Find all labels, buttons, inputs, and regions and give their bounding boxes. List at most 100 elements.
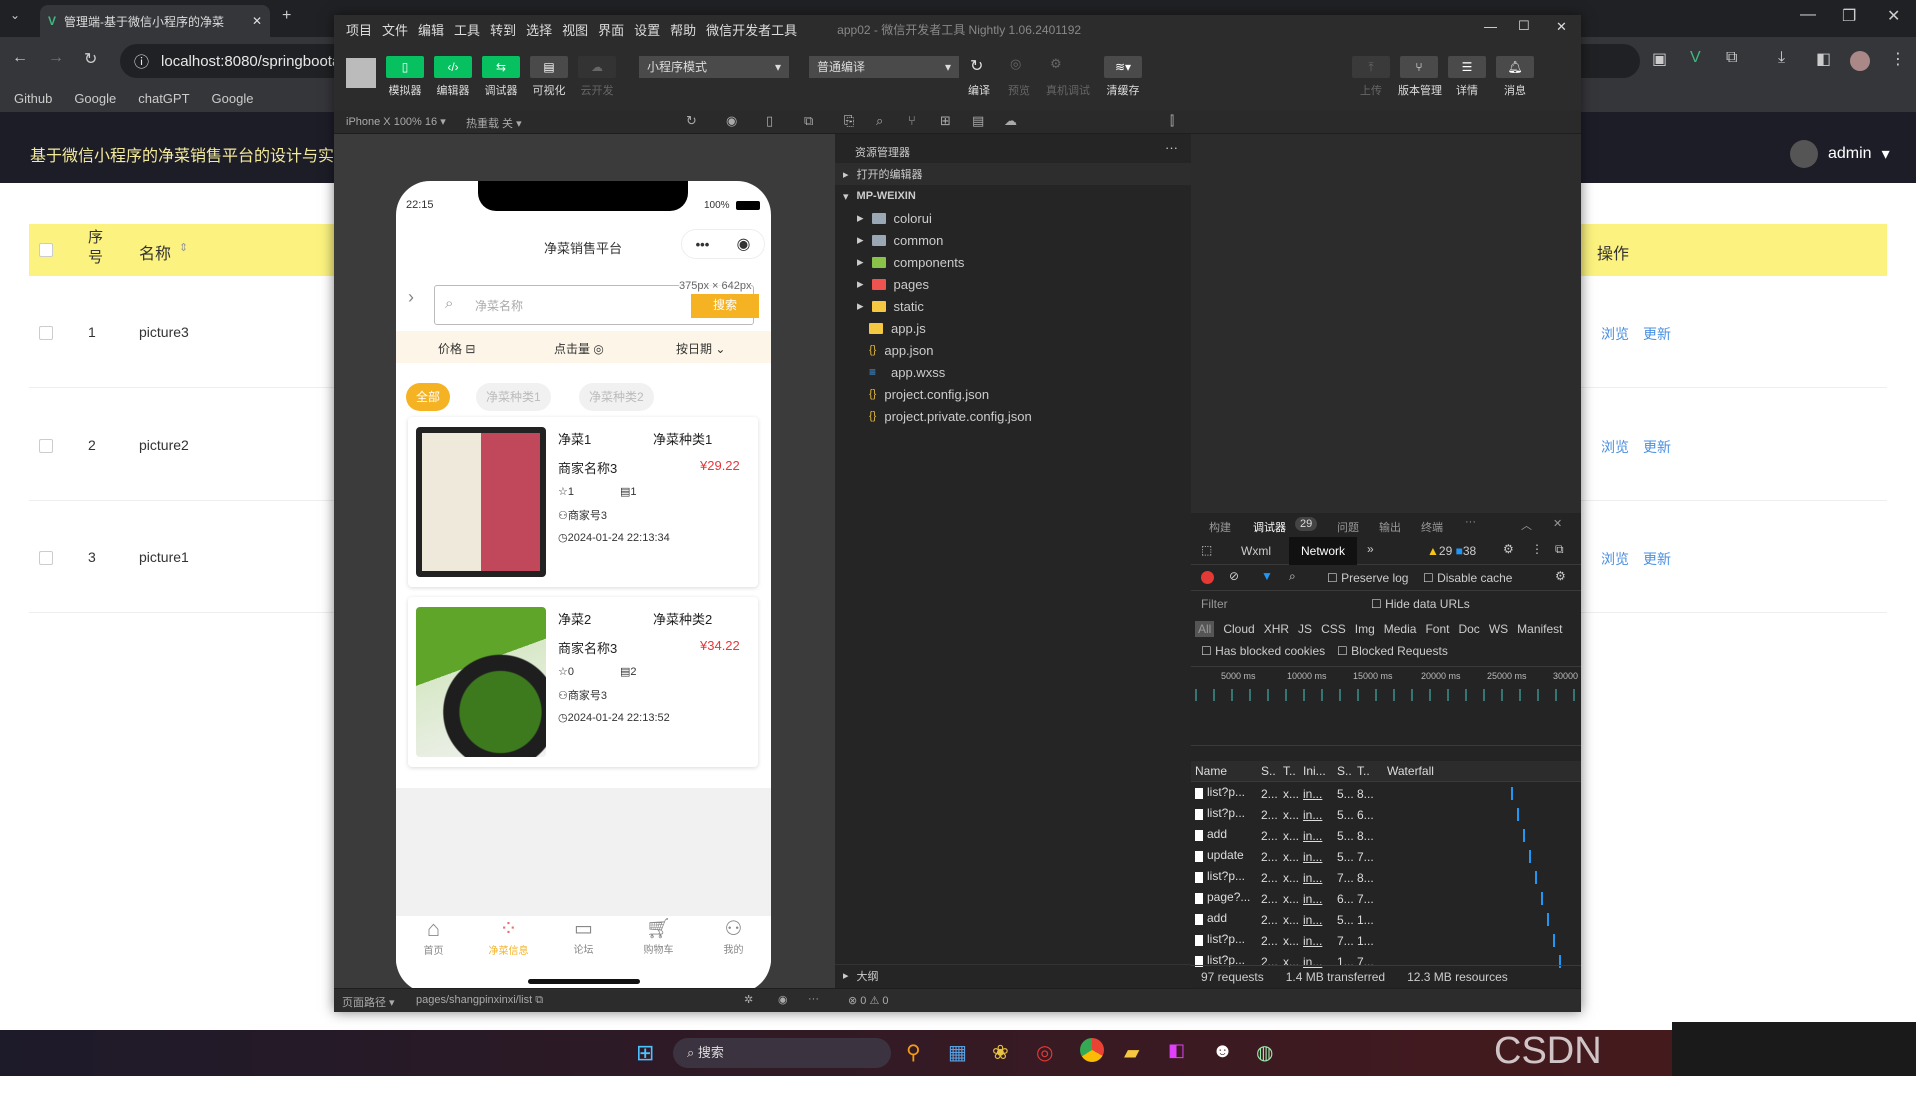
download-icon[interactable]: ⤓ <box>1778 49 1785 67</box>
forward-icon[interactable]: → <box>48 49 64 67</box>
filter-input[interactable]: Filter <box>1201 597 1228 611</box>
tab-problems[interactable]: 问题 <box>1337 519 1359 535</box>
more-icon[interactable]: ··· <box>1165 140 1178 155</box>
extension-icon[interactable]: ▣ <box>1652 49 1667 69</box>
network-row[interactable]: page?... 2... x... in... 6... 7... <box>1191 888 1581 909</box>
visual-button[interactable]: ▤ <box>530 56 568 78</box>
type-img[interactable]: Img <box>1355 622 1375 636</box>
tree-item[interactable]: ▸ common <box>835 229 1191 251</box>
tree-item[interactable]: ≡ app.wxss <box>835 361 1191 383</box>
warning-count[interactable]: ▲29 ■38 <box>1427 544 1476 558</box>
panel-wxml[interactable]: Wxml <box>1241 544 1271 558</box>
type-manifest[interactable]: Manifest <box>1517 622 1562 636</box>
view-link[interactable]: 浏览 <box>1601 549 1629 569</box>
tab-mine[interactable]: ⚇ 我的 <box>696 916 771 956</box>
sort-icon[interactable]: ⇕ <box>179 241 188 254</box>
update-link[interactable]: 更新 <box>1643 437 1671 457</box>
col-name[interactable]: 名称 <box>139 240 171 264</box>
menu-item[interactable]: 工具 <box>454 20 480 39</box>
editor-button[interactable]: ‹/› <box>434 56 472 78</box>
back-icon[interactable]: ← <box>12 49 28 67</box>
chrome-icon[interactable] <box>1080 1038 1104 1062</box>
menu-item[interactable]: 微信开发者工具 <box>706 20 797 39</box>
network-row[interactable]: list?p... 2... x... in... 7... 1... <box>1191 930 1581 951</box>
timeline-overview[interactable]: 5000 ms 10000 ms 15000 ms 20000 ms 25000… <box>1191 666 1581 746</box>
settings-icon[interactable]: ⚙ <box>1503 542 1514 556</box>
app-icon[interactable]: ❀ <box>992 1040 1009 1065</box>
update-link[interactable]: 更新 <box>1643 324 1671 344</box>
search-icon[interactable]: ⌕ <box>876 113 883 129</box>
menu-item[interactable]: 帮助 <box>670 20 696 39</box>
disable-cache-checkbox[interactable]: ☐ Disable cache <box>1423 571 1512 585</box>
app-icon[interactable]: ◎ <box>1036 1040 1053 1065</box>
more-panels-icon[interactable]: » <box>1367 542 1374 556</box>
tab-forum[interactable]: ▭ 论坛 <box>546 916 621 956</box>
menu-icon[interactable]: ⋮ <box>1890 49 1906 69</box>
dock-icon[interactable]: ⧉ <box>1555 542 1564 557</box>
bookmark-google-2[interactable]: Google <box>212 91 254 106</box>
tab-products[interactable]: ⁘ 净菜信息 <box>471 916 546 957</box>
hide-data-urls-checkbox[interactable]: ☐ Hide data URLs <box>1371 597 1470 611</box>
tree-item[interactable]: ▸ pages <box>835 273 1191 295</box>
more-icon[interactable]: ••• <box>696 237 710 252</box>
upload-button[interactable]: ⤒ <box>1352 56 1390 78</box>
user-menu[interactable]: admin ▾ <box>1790 140 1890 168</box>
windows-start-icon[interactable]: ⊞ <box>636 1040 654 1066</box>
record-icon[interactable] <box>1201 571 1214 584</box>
root-folder[interactable]: ▾ MP-WEIXIN <box>835 185 1191 207</box>
network-row[interactable]: list?p... 2... x... in... 5... 6... <box>1191 804 1581 825</box>
select-all-checkbox[interactable] <box>39 243 53 257</box>
chevron-right-icon[interactable]: › <box>408 287 414 308</box>
intellij-icon[interactable]: ◧ <box>1168 1040 1185 1061</box>
menu-item[interactable]: 界面 <box>598 20 624 39</box>
chip-all[interactable]: 全部 <box>406 383 451 411</box>
messages-button[interactable]: 🔔︎ <box>1496 56 1534 78</box>
tree-item[interactable]: ▸ static <box>835 295 1191 317</box>
network-row[interactable]: update 2... x... in... 5... 7... <box>1191 846 1581 867</box>
search-icon[interactable]: ⌕ <box>1289 569 1296 584</box>
phone-icon[interactable]: ▯ <box>766 113 773 129</box>
tab-debugger[interactable]: 调试器 <box>1253 519 1286 535</box>
type-font[interactable]: Font <box>1425 622 1449 636</box>
type-js[interactable]: JS <box>1298 622 1312 636</box>
page-path[interactable]: pages/shangpinxinxi/list ⧉ <box>416 994 543 1007</box>
panel-icon[interactable]: ▤ <box>972 113 984 129</box>
tree-item[interactable]: ▸ colorui <box>835 207 1191 229</box>
type-ws[interactable]: WS <box>1489 622 1508 636</box>
popout-icon[interactable]: ⧉ <box>804 113 813 129</box>
taskbar-search[interactable]: ⌕ 搜索 <box>673 1038 891 1068</box>
kebab-icon[interactable]: ⋮ <box>1531 542 1543 556</box>
stop-icon[interactable]: ◉ <box>726 113 737 129</box>
update-link[interactable]: 更新 <box>1643 549 1671 569</box>
close-icon[interactable]: ✕ <box>1553 517 1562 530</box>
extensions-icon[interactable]: ⊞ <box>940 113 951 129</box>
tree-item[interactable]: ▸ components <box>835 251 1191 273</box>
file-explorer-icon[interactable]: ▰ <box>1124 1040 1139 1065</box>
row-checkbox[interactable] <box>39 551 53 565</box>
has-blocked-cookies-checkbox[interactable]: ☐ Has blocked cookies <box>1201 644 1325 658</box>
cloud-button[interactable]: ☁ <box>578 56 616 78</box>
view-link[interactable]: 浏览 <box>1601 324 1629 344</box>
close-target-icon[interactable]: ◉ <box>736 234 750 254</box>
clear-icon[interactable]: ⊘ <box>1229 569 1239 583</box>
tree-item[interactable]: app.js <box>835 317 1191 339</box>
mode-select[interactable]: 小程序模式 ▾ <box>639 56 789 78</box>
puzzle-icon[interactable]: ⧉ <box>1726 49 1737 67</box>
network-row[interactable]: add 2... x... in... 5... 8... <box>1191 825 1581 846</box>
type-xhr[interactable]: XHR <box>1264 622 1289 636</box>
bookmark-chatgpt[interactable]: chatGPT <box>138 91 189 106</box>
tree-item[interactable]: {} project.private.config.json <box>835 405 1191 427</box>
chip-category-1[interactable]: 净菜种类1 <box>476 383 551 411</box>
bookmark-google[interactable]: Google <box>74 91 116 106</box>
outline-section[interactable]: ▸ 大纲 <box>835 964 1191 986</box>
more-icon[interactable]: ··· <box>1465 516 1476 528</box>
bookmark-github[interactable]: Github <box>14 91 52 106</box>
chip-category-2[interactable]: 净菜种类2 <box>579 383 654 411</box>
vue-devtools-icon[interactable]: V <box>1690 49 1701 67</box>
network-row[interactable]: add 2... x... in... 5... 1... <box>1191 909 1581 930</box>
tab-build[interactable]: 构建 <box>1209 519 1231 535</box>
network-row[interactable]: list?p... 2... x... in... 5... 8... <box>1191 783 1581 804</box>
files-icon[interactable]: ⎘ <box>844 113 854 129</box>
compile-select[interactable]: 普通编译 ▾ <box>809 56 959 78</box>
sort-price[interactable]: 价格 ⊟ <box>438 340 475 357</box>
